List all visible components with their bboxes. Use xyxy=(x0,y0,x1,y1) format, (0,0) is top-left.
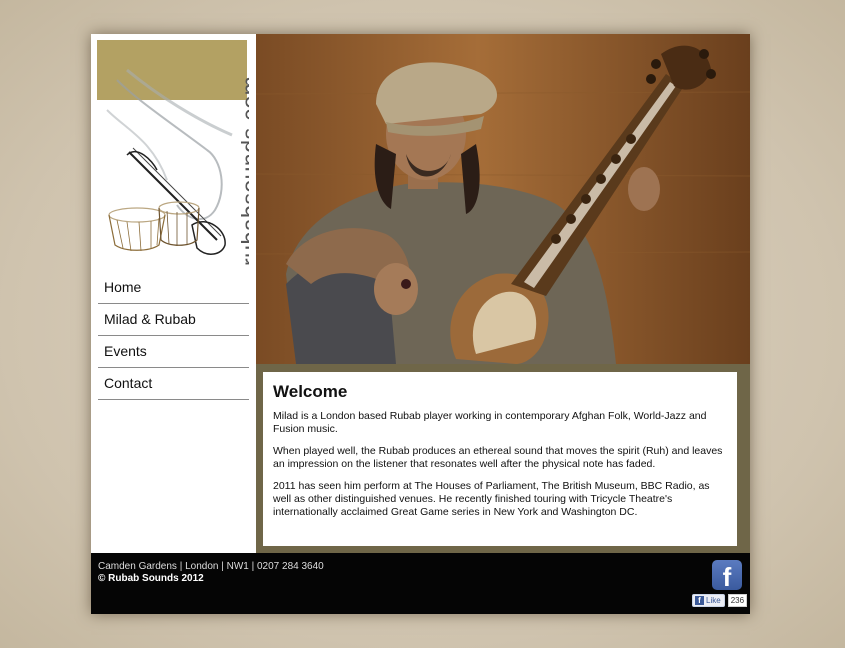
content-panel: Welcome Milad is a London based Rubab pl… xyxy=(263,372,737,546)
rubab-tabla-illustration xyxy=(106,68,233,255)
main-nav: Home Milad & Rubab Events Contact xyxy=(98,272,249,400)
content-border: Welcome Milad is a London based Rubab pl… xyxy=(256,364,750,553)
page-frame: rubabsounds.com Home Milad & Rubab Event… xyxy=(91,34,750,614)
sidebar: rubabsounds.com Home Milad & Rubab Event… xyxy=(91,34,256,553)
site-logo[interactable]: rubabsounds.com xyxy=(97,40,249,266)
facebook-icon[interactable]: f xyxy=(712,560,742,592)
logo-text: rubabsounds.com xyxy=(237,75,249,266)
like-count: 236 xyxy=(727,594,748,607)
footer: Camden Gardens | London | NW1 | 0207 284… xyxy=(91,553,750,614)
nav-item-events[interactable]: Events xyxy=(98,336,249,368)
nav-item-contact[interactable]: Contact xyxy=(98,368,249,400)
hero-photo xyxy=(256,34,750,364)
footer-copyright: © Rubab Sounds 2012 xyxy=(98,573,204,584)
facebook-small-icon: f xyxy=(695,596,704,605)
nav-item-home[interactable]: Home xyxy=(98,272,249,304)
facebook-like-widget[interactable]: f Like 236 xyxy=(692,594,748,607)
sound-paragraph: When played well, the Rubab produces an … xyxy=(273,445,723,470)
facebook-like-button[interactable]: f Like xyxy=(692,594,725,607)
page-title: Welcome xyxy=(273,382,348,401)
performance-paragraph: 2011 has seen him perform at The Houses … xyxy=(273,480,710,518)
nav-item-milad-rubab[interactable]: Milad & Rubab xyxy=(98,304,249,336)
musician-photo-icon xyxy=(256,34,750,364)
footer-address: Camden Gardens | London | NW1 | 0207 284… xyxy=(98,561,324,572)
intro-paragraph: Milad is a London based Rubab player wor… xyxy=(273,410,707,435)
like-label: Like xyxy=(706,596,721,605)
